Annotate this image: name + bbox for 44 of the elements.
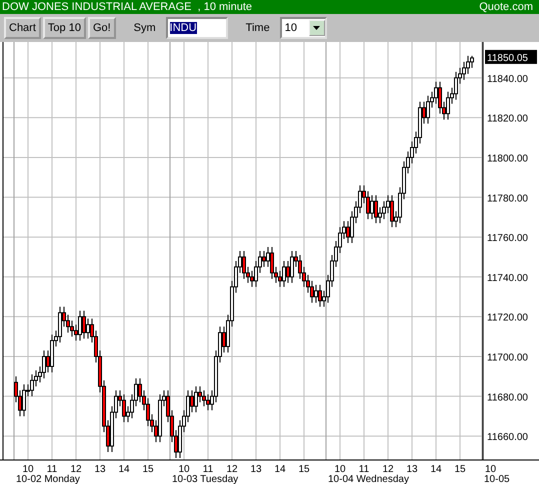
toolbar-button[interactable]: Chart bbox=[4, 17, 41, 39]
y-axis-label: 11740.00 bbox=[487, 272, 528, 284]
brand-label: Quote.com bbox=[479, 1, 533, 13]
time-dropdown[interactable]: 10 bbox=[280, 17, 327, 39]
y-axis-label: 11680.00 bbox=[487, 392, 528, 404]
dropdown-arrow-icon bbox=[313, 26, 320, 30]
y-axis-label: 11700.00 bbox=[487, 352, 528, 364]
day-label: 10-05 bbox=[484, 474, 510, 484]
x-axis-label: 13 bbox=[406, 464, 418, 475]
x-axis-label: 11 bbox=[46, 464, 58, 475]
toolbar-button[interactable]: Top 10 bbox=[42, 17, 86, 39]
y-axis-label: 11720.00 bbox=[487, 312, 528, 324]
x-axis-label: 11 bbox=[202, 464, 214, 475]
time-label: Time bbox=[246, 22, 270, 34]
toolbar-button[interactable]: Go! bbox=[88, 17, 116, 39]
x-axis-label: 11 bbox=[358, 464, 370, 475]
y-axis-label: 11660.00 bbox=[487, 432, 528, 444]
day-label: 10-04 Wednesday bbox=[328, 474, 409, 484]
x-axis-label: 10 bbox=[334, 464, 346, 475]
y-axis-label: 11760.00 bbox=[487, 233, 528, 244]
x-axis-label: 12 bbox=[382, 464, 394, 475]
y-axis-label: 11820.00 bbox=[487, 114, 528, 125]
x-axis-label: 15 bbox=[298, 464, 310, 475]
x-axis-label: 14 bbox=[430, 464, 442, 475]
x-axis-label: 10 bbox=[178, 464, 190, 475]
x-axis-label: 15 bbox=[454, 464, 466, 475]
x-axis-label: 10 bbox=[485, 464, 496, 475]
symbol-field[interactable]: INDU bbox=[166, 17, 228, 39]
day-label: 10-02 Monday bbox=[16, 474, 80, 484]
x-axis-label: 12 bbox=[70, 464, 82, 475]
x-axis-label: 15 bbox=[142, 464, 154, 475]
symbol-label: Sym bbox=[134, 22, 156, 34]
x-axis-label: 13 bbox=[250, 464, 262, 475]
y-axis-label: 11840.00 bbox=[487, 74, 528, 85]
y-axis-label: 11800.00 bbox=[487, 153, 528, 164]
x-axis-label: 10 bbox=[22, 464, 34, 475]
x-axis-label: 13 bbox=[94, 464, 106, 475]
y-axis-label: 11780.00 bbox=[487, 193, 528, 204]
window-title: DOW JONES INDUSTRIAL AVERAGE , 10 minute bbox=[2, 1, 252, 13]
day-label: 10-03 Tuesday bbox=[172, 474, 238, 484]
x-axis-label: 12 bbox=[226, 464, 238, 475]
x-axis-label: 14 bbox=[118, 464, 130, 475]
x-axis-label: 14 bbox=[274, 464, 286, 475]
last-price-tag: 11850.05 bbox=[485, 50, 537, 64]
